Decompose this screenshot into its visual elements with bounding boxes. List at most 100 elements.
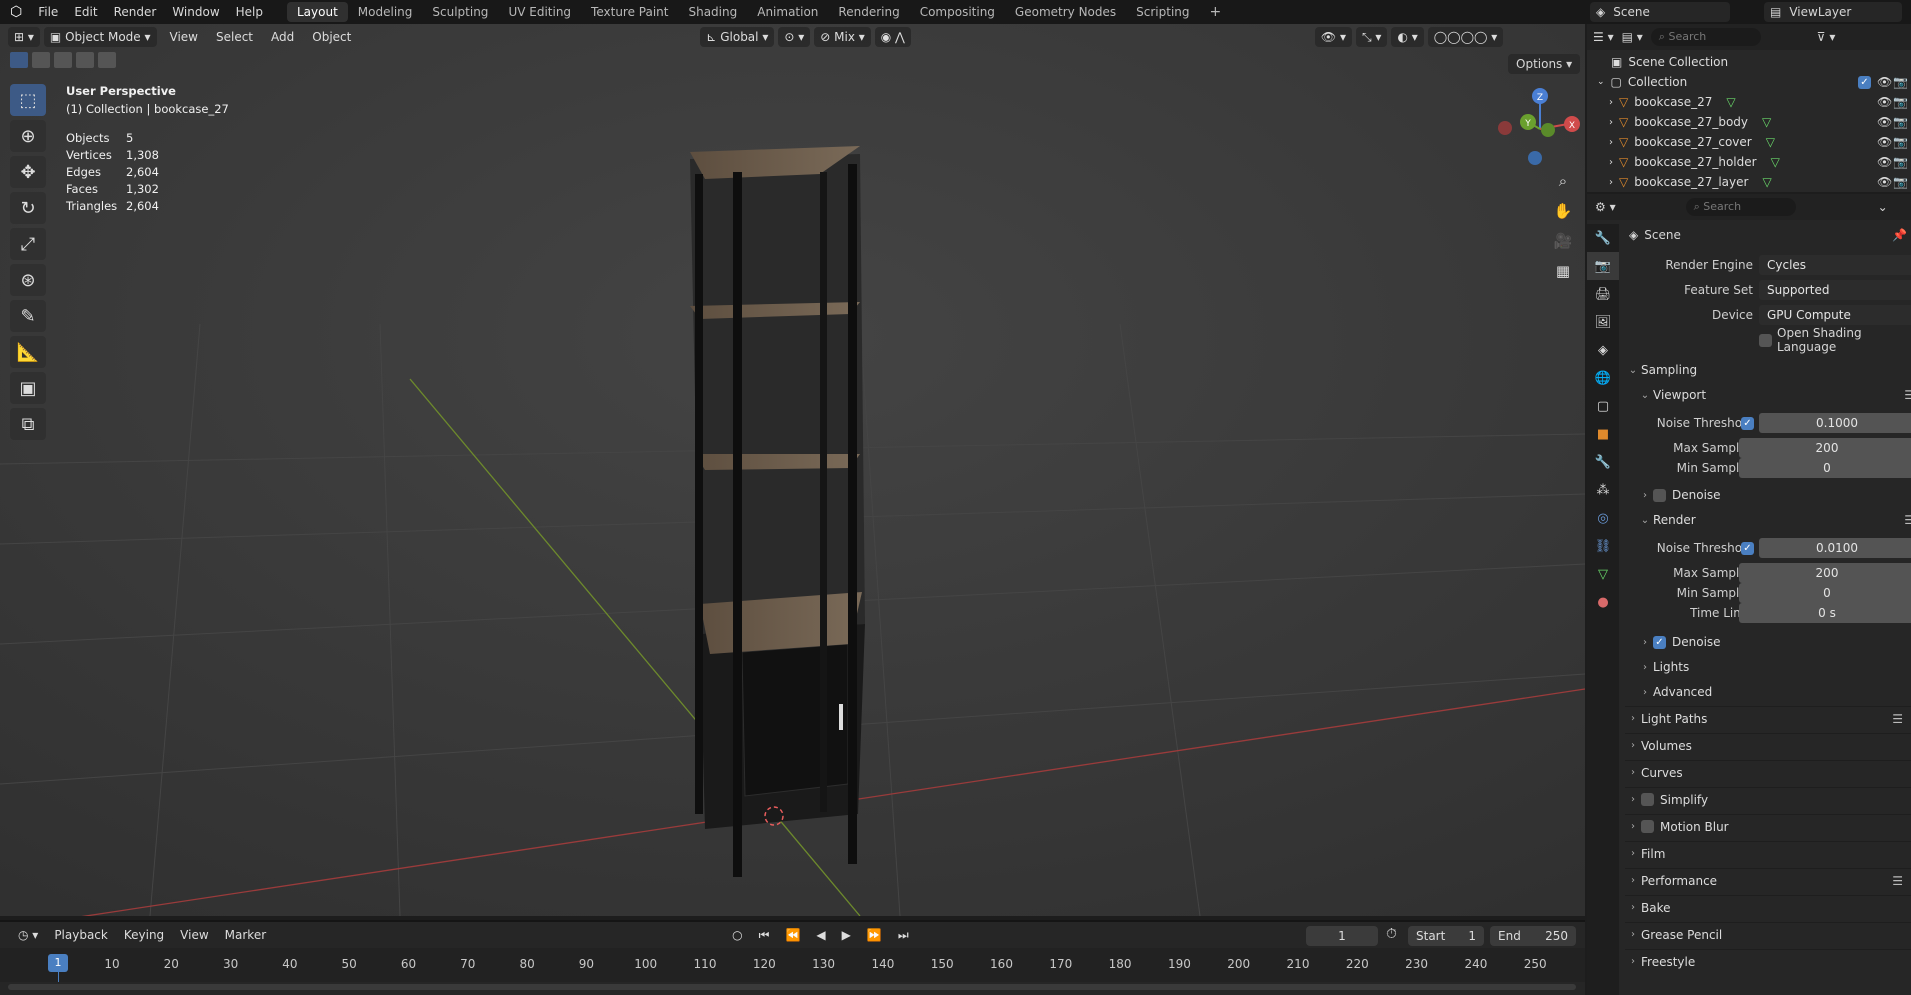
editor-type-icon[interactable]: ⊞ ▾ [8, 27, 40, 47]
panel-grease-pencil[interactable]: › Grease Pencil [1625, 922, 1911, 946]
view-layer-selector[interactable]: ▤ ViewLayer [1764, 2, 1902, 22]
outliner-object-row[interactable]: › ▽ bookcase_27_holder ▽ 👁 📷 [1587, 152, 1911, 172]
physics-tab-icon[interactable]: ◎ [1587, 504, 1619, 532]
r-noise-field[interactable]: 0.0100 [1759, 538, 1911, 558]
move-tool-icon[interactable]: ✥ [10, 156, 46, 188]
orientation-dropdown[interactable]: ⊾ Global ▾ [700, 27, 775, 47]
snap-dropdown[interactable]: ⊘ Mix ▾ [814, 27, 871, 47]
vp-denoise-checkbox[interactable] [1653, 488, 1666, 502]
playhead[interactable]: 1 [48, 954, 68, 972]
render-engine-dropdown[interactable]: Cycles [1759, 255, 1911, 275]
expand-chevron-icon[interactable]: › [1609, 97, 1613, 108]
panel-volumes[interactable]: › Volumes [1625, 733, 1911, 757]
sampling-panel[interactable]: ⌄ Sampling [1625, 358, 1911, 382]
feature-set-dropdown[interactable]: Supported [1759, 280, 1911, 300]
camera-icon[interactable]: 📷 [1893, 155, 1908, 169]
timeline-scrollbar[interactable] [8, 984, 1576, 990]
mesh-data-icon[interactable]: ▽ [1766, 135, 1775, 149]
ortho-grid-icon[interactable]: ▦ [1550, 258, 1576, 284]
mesh-data-icon[interactable]: ▽ [1762, 115, 1771, 129]
tab-layout[interactable]: Layout [287, 2, 348, 22]
filter-icon[interactable]: ⊽ ▾ [1817, 30, 1836, 44]
tab-modeling[interactable]: Modeling [348, 2, 423, 22]
tab-sculpting[interactable]: Sculpting [422, 2, 498, 22]
r-denoise-checkbox[interactable]: ✓ [1653, 635, 1666, 649]
r-denoise-subpanel[interactable]: › ✓ Denoise [1637, 630, 1911, 654]
camera-icon[interactable]: 📷 [1893, 75, 1908, 89]
vp-min-field[interactable]: 0 [1739, 458, 1911, 478]
end-frame-field[interactable]: End 250 [1490, 926, 1576, 946]
particles-tab-icon[interactable]: ⁂ [1587, 476, 1619, 504]
zoom-icon[interactable]: ⌕ [1550, 168, 1576, 194]
add-cube-tool-icon[interactable]: ▣ [10, 372, 46, 404]
select-extend-icon[interactable] [32, 52, 50, 68]
tab-geometry-nodes[interactable]: Geometry Nodes [1005, 2, 1126, 22]
render-tab-icon[interactable]: 📷 [1587, 252, 1619, 280]
panel-performance[interactable]: › Performance ☰ [1625, 868, 1911, 892]
clock-icon[interactable]: ⏱ [1386, 926, 1397, 942]
next-keyframe-icon[interactable]: ⏩ [859, 928, 890, 942]
panel-film[interactable]: › Film [1625, 841, 1911, 865]
presets-list-icon[interactable]: ☰ [1904, 513, 1911, 527]
shading-modes-icon[interactable]: ◯◯◯◯ ▾ [1427, 27, 1504, 47]
jump-start-icon[interactable]: ⏮ [751, 928, 778, 943]
tab-texture-paint[interactable]: Texture Paint [581, 2, 678, 22]
menu-view[interactable]: View [161, 30, 207, 44]
eye-icon[interactable]: 👁 [1877, 175, 1892, 189]
add-workspace-icon[interactable]: + [1200, 2, 1232, 22]
object-mode-dropdown[interactable]: ▣ Object Mode ▾ [43, 27, 157, 47]
start-frame-field[interactable]: Start 1 [1408, 926, 1484, 946]
select-box-tool-icon[interactable]: ⬚ [10, 84, 46, 116]
expand-chevron-icon[interactable]: › [1609, 137, 1613, 148]
camera-icon[interactable]: 📷 [1893, 95, 1908, 109]
tool-tab-icon[interactable]: 🔧 [1587, 224, 1619, 252]
extrude-tool-icon[interactable]: ⧉ [10, 408, 46, 440]
panel-checkbox[interactable] [1641, 820, 1654, 833]
gizmo-toggle-icon[interactable]: ⤡ ▾ [1355, 27, 1388, 47]
collection-row[interactable]: ⌄ ▢ Collection ✓ 👁 📷 [1587, 72, 1911, 92]
panel-freestyle[interactable]: › Freestyle [1625, 949, 1911, 973]
frame-ruler[interactable]: 1 10 20 30 40 50 60 70 80 90 100 110 120 130 140 150 16… [0, 948, 1585, 982]
camera-view-icon[interactable]: 🎥 [1550, 228, 1576, 254]
vp-noise-checkbox[interactable]: ✓ [1741, 416, 1754, 430]
select-subtract-icon[interactable] [54, 52, 72, 68]
vp-max-field[interactable]: 200 [1739, 438, 1911, 458]
output-tab-icon[interactable]: 🖨 [1587, 280, 1619, 308]
menu-window[interactable]: Window [164, 5, 227, 19]
expand-chevron-icon[interactable]: › [1609, 117, 1613, 128]
panel-motion-blur[interactable]: › Motion Blur [1625, 814, 1911, 838]
3d-viewport[interactable]: Z X Y [0, 24, 1585, 916]
annotate-tool-icon[interactable]: ✎ [10, 300, 46, 332]
panel-bake[interactable]: › Bake [1625, 895, 1911, 919]
eye-icon[interactable]: 👁 [1877, 135, 1892, 149]
blender-logo-icon[interactable]: ⬡ [10, 4, 22, 20]
prev-keyframe-icon[interactable]: ⏪ [777, 928, 808, 942]
constraints-tab-icon[interactable]: ⛓ [1587, 532, 1619, 560]
select-new-icon[interactable] [10, 52, 28, 68]
proportional-edit-icon[interactable]: ◉ ⋀ [874, 27, 911, 47]
panel-simplify[interactable]: › Simplify [1625, 787, 1911, 811]
time-limit-field[interactable]: 0 s [1739, 603, 1911, 623]
properties-editor-icon[interactable]: ⚙ ▾ [1595, 200, 1616, 214]
mesh-data-icon[interactable]: ▽ [1771, 155, 1780, 169]
r-min-field[interactable]: 0 [1739, 583, 1911, 603]
render-subpanel[interactable]: ⌄ Render ☰ [1637, 508, 1911, 532]
eye-icon[interactable]: 👁 [1877, 155, 1892, 169]
select-invert-icon[interactable] [76, 52, 94, 68]
transform-tool-icon[interactable]: ⊛ [10, 264, 46, 296]
measure-tool-icon[interactable]: 📐 [10, 336, 46, 368]
menu-tl-view[interactable]: View [172, 928, 216, 942]
eye-icon[interactable]: 👁 [1877, 115, 1892, 129]
menu-select[interactable]: Select [207, 30, 262, 44]
menu-help[interactable]: Help [228, 5, 271, 19]
menu-edit[interactable]: Edit [66, 5, 105, 19]
viewport-subpanel[interactable]: ⌄ Viewport ☰ [1637, 383, 1911, 407]
overlay-toggle-icon[interactable]: ◐ ▾ [1391, 27, 1424, 47]
panel-checkbox[interactable] [1641, 793, 1654, 806]
r-noise-checkbox[interactable]: ✓ [1741, 541, 1754, 555]
eye-icon[interactable]: 👁 [1877, 95, 1892, 109]
r-max-field[interactable]: 200 [1739, 563, 1911, 583]
properties-search[interactable]: ⌕ Search [1685, 198, 1796, 216]
record-icon[interactable]: ○ [724, 928, 750, 942]
properties-options-icon[interactable]: ⌄ [1878, 200, 1888, 214]
